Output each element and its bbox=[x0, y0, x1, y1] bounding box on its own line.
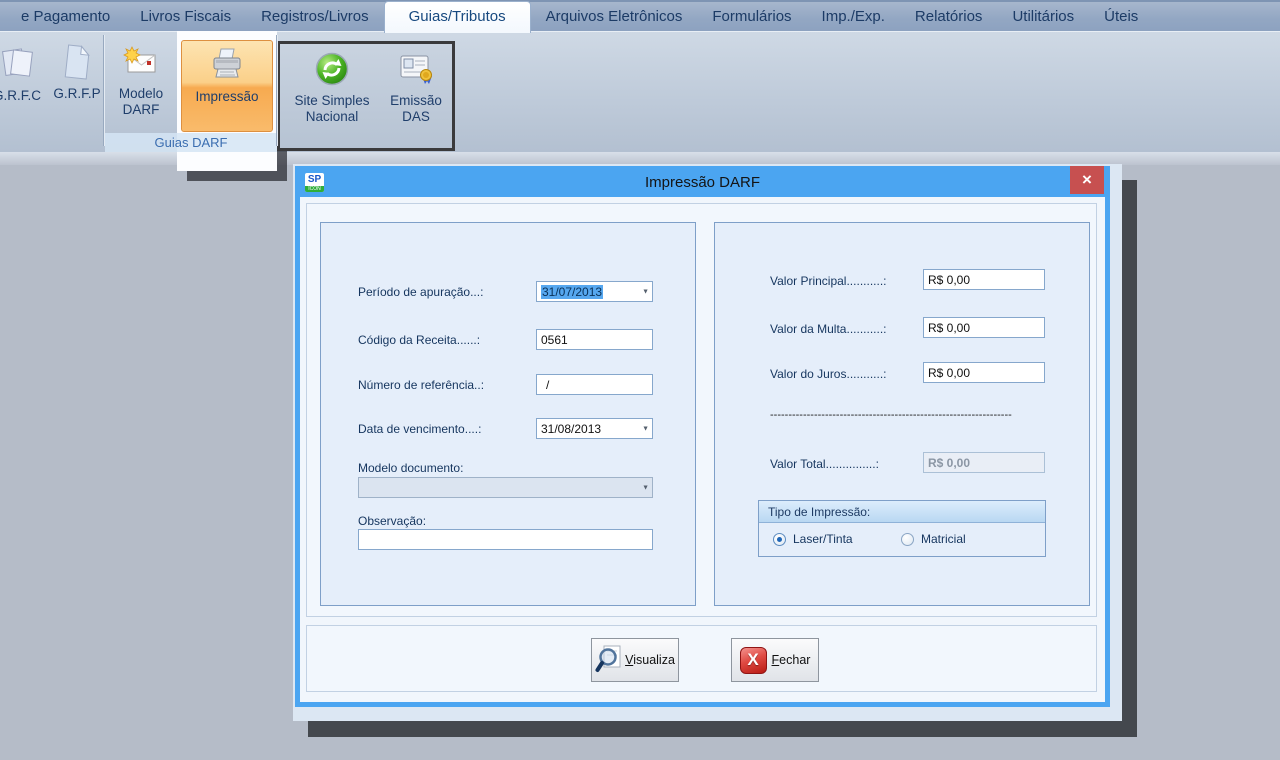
guias-darf-group-label: Guias DARF bbox=[105, 133, 277, 152]
close-button[interactable]: × bbox=[1070, 166, 1104, 194]
valor-juros-value: R$ 0,00 bbox=[928, 365, 971, 380]
tab-relatorios[interactable]: Relatórios bbox=[900, 3, 998, 31]
vencimento-label: Data de vencimento....: bbox=[358, 422, 482, 436]
referencia-label: Número de referência..: bbox=[358, 378, 485, 392]
grfp-label: G.R.F.P bbox=[53, 86, 101, 101]
valor-principal-label: Valor Principal...........: bbox=[770, 274, 887, 288]
simples-nacional-panel: Site Simples Nacional Emissão DAS bbox=[277, 41, 455, 151]
valor-juros-input[interactable]: R$ 0,00 bbox=[923, 362, 1045, 383]
referencia-value: / bbox=[546, 377, 550, 392]
radio-laser-tinta[interactable]: Laser/Tinta bbox=[773, 532, 853, 546]
modelo-darf-button[interactable]: Modelo DARF bbox=[108, 41, 174, 118]
codigo-receita-input[interactable]: 0561 bbox=[536, 329, 653, 350]
separator-dashes: ----------------------------------------… bbox=[770, 409, 1012, 421]
tab-guias-tributos[interactable]: Guias/Tributos bbox=[383, 1, 531, 33]
ribbon-group-separator bbox=[103, 35, 105, 146]
numero-referencia-input[interactable]: / bbox=[536, 374, 653, 395]
valor-multa-input[interactable]: R$ 0,00 bbox=[923, 317, 1045, 338]
radio-matricial[interactable]: Matricial bbox=[901, 532, 966, 546]
tab-livros-fiscais[interactable]: Livros Fiscais bbox=[125, 3, 246, 31]
printer-icon bbox=[208, 44, 246, 86]
observacao-label: Observação: bbox=[358, 514, 427, 528]
left-groupbox: Período de apuração...: 31/07/2013 ▼ Cód… bbox=[320, 222, 696, 606]
grfc-label: G.R.F.C bbox=[0, 88, 41, 103]
valor-total-label: Valor Total...............: bbox=[770, 457, 879, 471]
modelo-documento-label: Modelo documento: bbox=[358, 461, 464, 475]
tab-pagamento[interactable]: e Pagamento bbox=[6, 3, 125, 31]
tab-uteis[interactable]: Úteis bbox=[1089, 3, 1153, 31]
impressao-darf-dialog: SP ICON Impressão DARF × Período de apur… bbox=[295, 166, 1110, 707]
impressao-label: Impressão bbox=[195, 89, 259, 104]
bottom-panel: Visualiza X Fechar bbox=[306, 625, 1097, 692]
periodo-value: 31/07/2013 bbox=[541, 284, 604, 299]
fechar-button[interactable]: X Fechar bbox=[731, 638, 819, 682]
grfp-button[interactable]: G.R.F.P bbox=[48, 41, 106, 102]
visualiza-label: Visualiza bbox=[625, 653, 675, 667]
codigo-value: 0561 bbox=[541, 332, 568, 347]
radio-unselected-icon[interactable] bbox=[901, 532, 914, 546]
tab-imp-exp[interactable]: Imp./Exp. bbox=[807, 3, 900, 31]
valor-total-value: R$ 0,00 bbox=[928, 455, 971, 470]
tab-arquivos-eletronicos[interactable]: Arquivos Eletrônicos bbox=[531, 3, 698, 31]
green-refresh-icon bbox=[314, 48, 350, 90]
magnifier-icon bbox=[595, 643, 623, 678]
modelo-darf-label: Modelo DARF bbox=[118, 86, 164, 118]
valor-juros-label: Valor do Juros...........: bbox=[770, 367, 887, 381]
ribbon-group-separator bbox=[276, 35, 278, 146]
right-groupbox: Valor Principal...........: R$ 0,00 Valo… bbox=[714, 222, 1090, 606]
site-simples-label: Site Simples Nacional bbox=[294, 93, 370, 125]
valor-principal-value: R$ 0,00 bbox=[928, 272, 971, 287]
matricial-label: Matricial bbox=[921, 532, 966, 546]
emissao-das-label: Emissão DAS bbox=[390, 93, 442, 125]
envelope-star-icon bbox=[123, 41, 159, 83]
red-x-icon: X bbox=[739, 646, 767, 674]
emissao-das-button[interactable]: Emissão DAS bbox=[382, 48, 450, 125]
valor-multa-label: Valor da Multa...........: bbox=[770, 322, 887, 336]
site-simples-button[interactable]: Site Simples Nacional bbox=[284, 48, 380, 125]
page-icon bbox=[62, 41, 92, 83]
periodo-label: Período de apuração...: bbox=[358, 285, 484, 299]
ribbon: G.R.F.C G.R.F.P Modelo DARF bbox=[0, 31, 1280, 171]
chevron-down-icon: ▼ bbox=[642, 288, 649, 295]
tipo-impressao-groupbox: Tipo de Impressão: Laser/Tinta Matricial bbox=[758, 500, 1046, 557]
chevron-down-icon: ▼ bbox=[642, 484, 649, 491]
dialog-titlebar[interactable]: SP ICON Impressão DARF × bbox=[300, 166, 1105, 197]
data-vencimento-combo[interactable]: 31/08/2013 ▼ bbox=[536, 418, 653, 439]
radio-selected-icon[interactable] bbox=[773, 532, 786, 546]
modelo-documento-combo[interactable]: ▼ bbox=[358, 477, 653, 498]
vencimento-value: 31/08/2013 bbox=[541, 421, 602, 436]
ribbon-tab-bar: e Pagamento Livros Fiscais Registros/Liv… bbox=[0, 0, 1280, 33]
periodo-apuracao-combo[interactable]: 31/07/2013 ▼ bbox=[536, 281, 653, 302]
certificate-icon bbox=[398, 48, 434, 90]
close-icon: × bbox=[1082, 170, 1092, 189]
chevron-down-icon: ▼ bbox=[642, 425, 649, 432]
fechar-label: Fechar bbox=[771, 653, 811, 667]
laser-tinta-label: Laser/Tinta bbox=[793, 532, 853, 546]
valor-principal-input[interactable]: R$ 0,00 bbox=[923, 269, 1045, 290]
pages-icon bbox=[0, 43, 37, 85]
observacao-input[interactable] bbox=[358, 529, 653, 550]
visualiza-button[interactable]: Visualiza bbox=[591, 638, 679, 682]
tab-utilitarios[interactable]: Utilitários bbox=[997, 3, 1089, 31]
dialog-outer-frame: SP ICON Impressão DARF × Período de apur… bbox=[293, 164, 1122, 721]
tab-registros-livros[interactable]: Registros/Livros bbox=[246, 3, 384, 31]
impressao-button[interactable]: Impressão bbox=[181, 40, 273, 132]
valor-multa-value: R$ 0,00 bbox=[928, 320, 971, 335]
valor-total-input: R$ 0,00 bbox=[923, 452, 1045, 473]
tipo-impressao-header: Tipo de Impressão: bbox=[759, 501, 1045, 523]
codigo-label: Código da Receita......: bbox=[358, 333, 481, 347]
grfc-button[interactable]: G.R.F.C bbox=[0, 43, 50, 104]
tab-formularios[interactable]: Formulários bbox=[697, 3, 806, 31]
dialog-title: Impressão DARF bbox=[644, 174, 761, 191]
